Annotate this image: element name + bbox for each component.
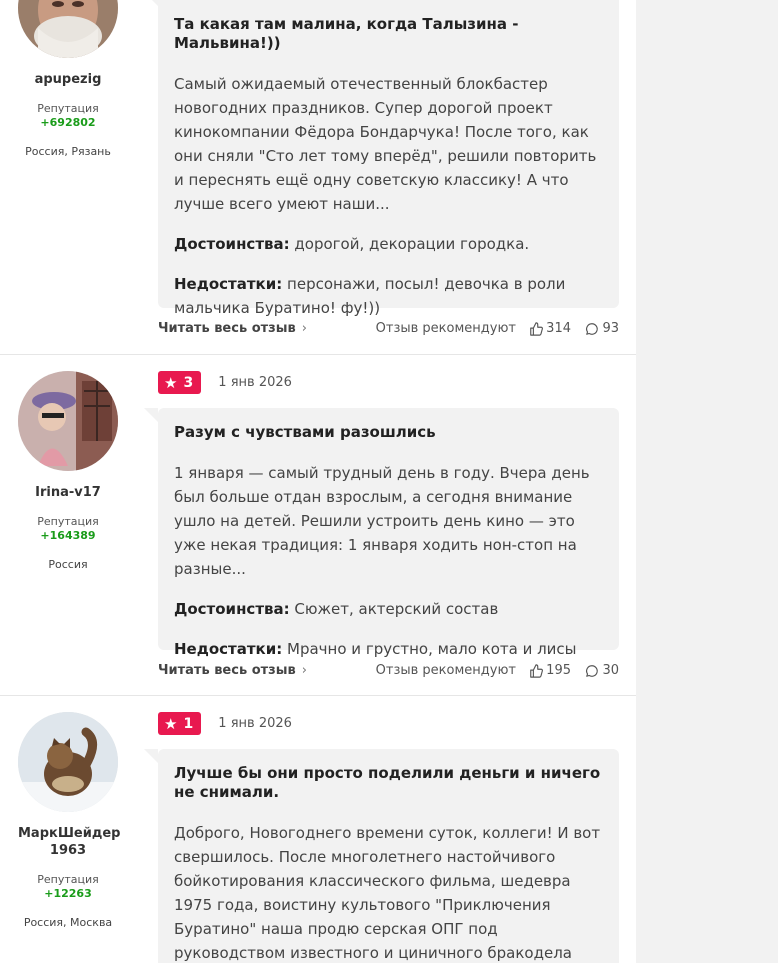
comment-icon xyxy=(586,664,599,677)
comments-count: 93 xyxy=(602,321,619,336)
review-item: apupezig Репутация +692802 Россия, Рязан… xyxy=(0,0,636,354)
reputation-value: +692802 xyxy=(40,116,96,129)
pros-text: Сюжет, актерский состав xyxy=(294,600,499,618)
pros-label: Достоинства: xyxy=(174,600,290,618)
review-item: Irina-v17 Репутация +164389 Россия ★ 3 1… xyxy=(0,354,636,696)
read-more-link[interactable]: Читать весь отзыв › xyxy=(158,663,307,678)
read-more-label: Читать весь отзыв xyxy=(158,321,296,336)
rating-value: 3 xyxy=(183,374,194,391)
author-name[interactable]: Irina-v17 xyxy=(0,484,136,501)
avatar[interactable] xyxy=(18,0,118,58)
reputation-label: Репутация xyxy=(37,515,99,528)
avatar[interactable] xyxy=(18,712,118,812)
thumbs-up-icon xyxy=(530,321,544,336)
review-card[interactable]: Разум с чувствами разошлись 1 января — с… xyxy=(144,408,619,658)
rating-value: 1 xyxy=(183,715,194,732)
likes-count: 195 xyxy=(546,663,571,678)
read-more-label: Читать весь отзыв xyxy=(158,663,296,678)
thumbs-up-icon xyxy=(530,663,544,678)
review-title[interactable]: Лучше бы они просто поделили деньги и ни… xyxy=(174,764,603,802)
comments-button[interactable]: 30 xyxy=(585,663,619,678)
author-name[interactable]: apupezig xyxy=(0,71,136,88)
like-button[interactable]: 195 xyxy=(529,663,571,678)
avatar[interactable] xyxy=(18,371,118,471)
review-title[interactable]: Разум с чувствами разошлись xyxy=(174,423,603,442)
reputation-label: Репутация xyxy=(37,102,99,115)
review-item: МаркШейдер 1963 Репутация +12263 Россия,… xyxy=(0,695,636,963)
review-card[interactable]: Лучше бы они просто поделили деньги и ни… xyxy=(144,749,619,963)
review-cons: Недостатки: персонажи, посыл! девочка в … xyxy=(174,272,603,320)
pros-label: Достоинства: xyxy=(174,235,290,253)
comments-button[interactable]: 93 xyxy=(585,321,619,336)
review-text: Самый ожидаемый отечественный блокбастер… xyxy=(174,75,597,213)
comments-count: 30 xyxy=(602,663,619,678)
recommend-label: Отзыв рекомендуют xyxy=(375,321,516,336)
author-location: Россия, Москва xyxy=(23,916,113,929)
author-name[interactable]: МаркШейдер 1963 xyxy=(0,825,136,859)
chevron-right-icon: › xyxy=(301,663,307,678)
review-author: МаркШейдер 1963 Репутация +12263 Россия,… xyxy=(0,712,136,929)
like-button[interactable]: 314 xyxy=(529,321,571,336)
recommend-label: Отзыв рекомендуют xyxy=(375,663,516,678)
right-sidebar xyxy=(636,0,778,963)
likes-count: 314 xyxy=(546,321,571,336)
rating-badge: ★ 3 xyxy=(158,371,202,394)
comment-icon xyxy=(586,322,599,335)
author-location: Россия xyxy=(48,558,88,571)
star-icon: ★ xyxy=(164,714,178,733)
review-cons: Недостатки: Мрачно и грустно, мало кота … xyxy=(174,637,603,661)
reputation-value: +12263 xyxy=(44,887,92,900)
review-card[interactable]: Та какая там малина, когда Талызина - Ма… xyxy=(144,0,619,317)
reviews-feed: apupezig Репутация +692802 Россия, Рязан… xyxy=(0,0,636,963)
star-icon: ★ xyxy=(164,373,178,392)
review-meta: ★ 3 1 янв 2026 xyxy=(158,371,292,395)
review-date: 1 янв 2026 xyxy=(218,716,292,731)
review-title[interactable]: Та какая там малина, когда Талызина - Ма… xyxy=(174,15,603,53)
review-date: 1 янв 2026 xyxy=(218,375,292,390)
author-location: Россия, Рязань xyxy=(25,145,111,158)
review-pros: Достоинства: дорогой, декорации городка. xyxy=(174,232,603,256)
review-author: apupezig Репутация +692802 Россия, Рязан… xyxy=(0,0,136,158)
review-pros: Достоинства: Сюжет, актерский состав xyxy=(174,597,603,621)
reputation-label: Репутация xyxy=(37,873,99,886)
read-more-link[interactable]: Читать весь отзыв › xyxy=(158,321,307,336)
reputation-value: +164389 xyxy=(40,529,96,542)
review-meta: ★ 1 1 янв 2026 xyxy=(158,712,292,736)
review-text: 1 января — самый трудный день в году. Вч… xyxy=(174,464,590,578)
cons-text: Мрачно и грустно, мало кота и лисы xyxy=(287,640,577,658)
review-author: Irina-v17 Репутация +164389 Россия xyxy=(0,371,136,571)
cons-label: Недостатки: xyxy=(174,640,283,658)
pros-text: дорогой, декорации городка. xyxy=(294,235,530,253)
review-text: Доброго, Новогоднего времени суток, колл… xyxy=(174,824,601,962)
review-footer: Читать весь отзыв › Отзыв рекомендуют 195… xyxy=(158,663,619,683)
cons-label: Недостатки: xyxy=(174,275,283,293)
rating-badge: ★ 1 xyxy=(158,712,202,735)
chevron-right-icon: › xyxy=(301,321,307,336)
review-footer: Читать весь отзыв › Отзыв рекомендуют 314… xyxy=(158,321,619,341)
